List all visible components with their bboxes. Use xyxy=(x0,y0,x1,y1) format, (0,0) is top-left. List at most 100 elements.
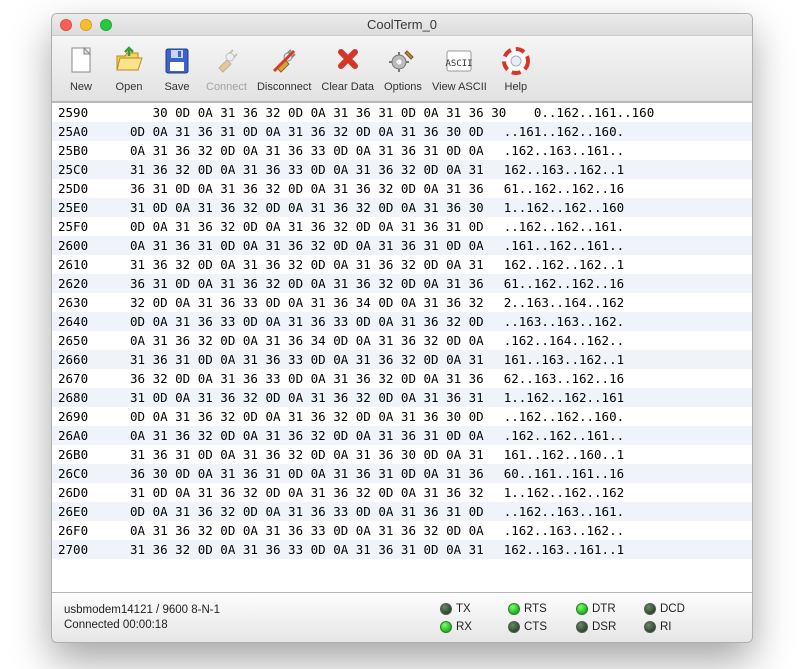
disconnect-button[interactable]: Disconnect xyxy=(253,42,315,93)
hex-addr: 26C0 xyxy=(52,464,106,483)
hex-bytes: 31 36 32 0D 0A 31 36 32 0D 0A 31 36 32 0… xyxy=(106,255,484,274)
hex-ascii: 60..161..161..16 xyxy=(484,464,624,483)
hex-bytes: 31 36 32 0D 0A 31 36 33 0D 0A 31 36 32 0… xyxy=(106,160,484,179)
hex-bytes: 0D 0A 31 36 32 0D 0A 31 36 32 0D 0A 31 3… xyxy=(106,217,484,236)
hex-addr: 2640 xyxy=(52,312,106,331)
hex-row: 267036 32 0D 0A 31 36 33 0D 0A 31 36 32 … xyxy=(52,369,752,388)
hex-addr: 26F0 xyxy=(52,521,106,540)
hex-ascii: ..162..163..161. xyxy=(484,502,624,521)
hex-addr: 2600 xyxy=(52,236,106,255)
hex-row: 261031 36 32 0D 0A 31 36 32 0D 0A 31 36 … xyxy=(52,255,752,274)
hex-bytes: 0A 31 36 32 0D 0A 31 36 33 0D 0A 31 36 3… xyxy=(106,521,484,540)
hex-row: 25E031 0D 0A 31 36 32 0D 0A 31 36 32 0D … xyxy=(52,198,752,217)
options-button[interactable]: Options xyxy=(380,42,426,93)
save-button[interactable]: Save xyxy=(154,42,200,93)
save-icon xyxy=(158,42,196,80)
connect-icon xyxy=(207,42,245,80)
hex-ascii: .162..162..161.. xyxy=(484,426,624,445)
hex-row: 26F00A 31 36 32 0D 0A 31 36 33 0D 0A 31 … xyxy=(52,521,752,540)
led-label: DSR xyxy=(592,621,616,633)
led-icon xyxy=(440,603,452,615)
hex-ascii: 161..163..162..1 xyxy=(484,350,624,369)
led-icon xyxy=(576,621,588,633)
led-ri: RI xyxy=(644,621,698,633)
hex-bytes: 31 0D 0A 31 36 32 0D 0A 31 36 32 0D 0A 3… xyxy=(106,483,484,502)
led-label: DCD xyxy=(660,603,685,615)
hex-ascii: 0..162..161..160 xyxy=(506,103,654,122)
hex-row: 26400D 0A 31 36 33 0D 0A 31 36 33 0D 0A … xyxy=(52,312,752,331)
hex-bytes: 0D 0A 31 36 33 0D 0A 31 36 33 0D 0A 31 3… xyxy=(106,312,484,331)
zoom-icon[interactable] xyxy=(100,19,112,31)
hex-bytes: 0A 31 36 31 0D 0A 31 36 32 0D 0A 31 36 3… xyxy=(106,236,484,255)
hex-bytes: 31 36 31 0D 0A 31 36 33 0D 0A 31 36 32 0… xyxy=(106,350,484,369)
status-port: usbmodem14121 / 9600 8-N-1 xyxy=(64,604,440,616)
toolbar-label: Connect xyxy=(206,81,247,93)
hex-ascii: .162..163..162.. xyxy=(484,521,624,540)
led-icon xyxy=(508,603,520,615)
hex-addr: 25C0 xyxy=(52,160,106,179)
hex-row: 2590 30 0D 0A 31 36 32 0D 0A 31 36 31 0D… xyxy=(52,103,752,122)
led-dcd: DCD xyxy=(644,603,698,615)
hex-row: 26E00D 0A 31 36 32 0D 0A 31 36 33 0D 0A … xyxy=(52,502,752,521)
disconnect-icon xyxy=(265,42,303,80)
hex-addr: 2680 xyxy=(52,388,106,407)
toolbar-label: Options xyxy=(384,81,422,93)
hex-addr: 25F0 xyxy=(52,217,106,236)
titlebar: CoolTerm_0 xyxy=(52,14,752,36)
hex-ascii: 162..163..161..1 xyxy=(484,540,624,559)
hex-row: 26900D 0A 31 36 32 0D 0A 31 36 32 0D 0A … xyxy=(52,407,752,426)
led-icon xyxy=(644,621,656,633)
hex-ascii: ..161..162..160. xyxy=(484,122,624,141)
hex-bytes: 0D 0A 31 36 32 0D 0A 31 36 33 0D 0A 31 3… xyxy=(106,502,484,521)
hex-row: 25C031 36 32 0D 0A 31 36 33 0D 0A 31 36 … xyxy=(52,160,752,179)
viewascii-button[interactable]: ASCIIView ASCII xyxy=(428,42,491,93)
hex-addr: 26D0 xyxy=(52,483,106,502)
hex-bytes: 0A 31 36 32 0D 0A 31 36 34 0D 0A 31 36 3… xyxy=(106,331,484,350)
hex-ascii: 162..162..162..1 xyxy=(484,255,624,274)
toolbar-label: New xyxy=(70,81,92,93)
hex-addr: 25E0 xyxy=(52,198,106,217)
app-window: CoolTerm_0 NewOpenSaveConnectDisconnectC… xyxy=(51,13,753,643)
hex-addr: 2620 xyxy=(52,274,106,293)
help-icon xyxy=(497,42,535,80)
led-icon xyxy=(576,603,588,615)
status-leds: TXRTSDTRDCDRXCTSDSRRI xyxy=(440,603,740,633)
hex-row: 262036 31 0D 0A 31 36 32 0D 0A 31 36 32 … xyxy=(52,274,752,293)
hex-row: 25D036 31 0D 0A 31 36 32 0D 0A 31 36 32 … xyxy=(52,179,752,198)
new-icon xyxy=(62,42,100,80)
hex-bytes: 0D 0A 31 36 32 0D 0A 31 36 32 0D 0A 31 3… xyxy=(106,407,484,426)
hex-addr: 2700 xyxy=(52,540,106,559)
hex-view[interactable]: 2590 30 0D 0A 31 36 32 0D 0A 31 36 31 0D… xyxy=(52,102,752,592)
hex-ascii: 61..162..162..16 xyxy=(484,274,624,293)
svg-text:ASCII: ASCII xyxy=(446,59,473,69)
hex-row: 26B031 36 31 0D 0A 31 36 32 0D 0A 31 36 … xyxy=(52,445,752,464)
hex-addr: 26A0 xyxy=(52,426,106,445)
hex-row: 26A00A 31 36 32 0D 0A 31 36 32 0D 0A 31 … xyxy=(52,426,752,445)
clear-button[interactable]: Clear Data xyxy=(317,42,378,93)
open-button[interactable]: Open xyxy=(106,42,152,93)
hex-ascii: 61..162..162..16 xyxy=(484,179,624,198)
new-button[interactable]: New xyxy=(58,42,104,93)
hex-bytes: 31 36 32 0D 0A 31 36 33 0D 0A 31 36 31 0… xyxy=(106,540,484,559)
hex-addr: 2670 xyxy=(52,369,106,388)
hex-ascii: 162..163..162..1 xyxy=(484,160,624,179)
led-label: RX xyxy=(456,621,472,633)
hex-row: 25F00D 0A 31 36 32 0D 0A 31 36 32 0D 0A … xyxy=(52,217,752,236)
led-dtr: DTR xyxy=(576,603,630,615)
minimize-icon[interactable] xyxy=(80,19,92,31)
status-connected: Connected 00:00:18 xyxy=(64,619,440,631)
open-icon xyxy=(110,42,148,80)
led-tx: TX xyxy=(440,603,494,615)
led-icon xyxy=(440,621,452,633)
led-label: RTS xyxy=(524,603,547,615)
close-icon[interactable] xyxy=(60,19,72,31)
led-dsr: DSR xyxy=(576,621,630,633)
hex-bytes: 36 31 0D 0A 31 36 32 0D 0A 31 36 32 0D 0… xyxy=(106,179,484,198)
hex-addr: 25A0 xyxy=(52,122,106,141)
led-icon xyxy=(508,621,520,633)
led-label: DTR xyxy=(592,603,616,615)
help-button[interactable]: Help xyxy=(493,42,539,93)
hex-ascii: ..163..163..162. xyxy=(484,312,624,331)
led-label: TX xyxy=(456,603,471,615)
hex-bytes: 36 32 0D 0A 31 36 33 0D 0A 31 36 32 0D 0… xyxy=(106,369,484,388)
